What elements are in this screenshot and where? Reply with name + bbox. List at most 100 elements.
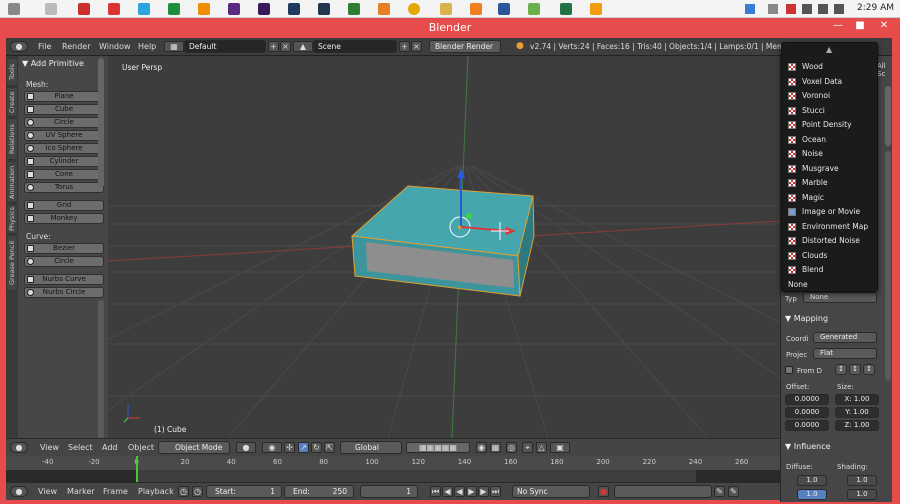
add-monkey-button[interactable]: Monkey — [24, 213, 104, 224]
shading-ambient-field[interactable]: 1.0 — [847, 475, 877, 486]
menu-playback[interactable]: Playback — [138, 487, 174, 496]
y-toggle[interactable]: ↕ — [849, 364, 861, 375]
clock[interactable]: 2:29 AM — [857, 3, 894, 13]
z-toggle[interactable]: ↕ — [863, 364, 875, 375]
app-icon[interactable] — [528, 3, 540, 15]
tray-icon[interactable] — [786, 4, 796, 14]
dropdown-item-blend[interactable]: Blend — [786, 263, 876, 276]
snap-target-icon[interactable]: ▦ — [490, 442, 501, 453]
next-keyframe-icon[interactable]: ▶ — [478, 486, 489, 497]
editor-type-icon[interactable]: ● — [10, 41, 28, 52]
toolshelf-scrollbar[interactable] — [98, 58, 104, 188]
mode-select[interactable]: Object Mode — [158, 441, 230, 454]
start-frame-field[interactable]: Start: 1 — [206, 485, 282, 498]
screen-layout-field[interactable]: Default — [184, 40, 266, 53]
add-bezier-button[interactable]: Bezier — [24, 243, 104, 254]
add-layout-icon[interactable]: + — [268, 41, 279, 52]
shading-emit-field[interactable]: 1.0 — [847, 489, 877, 500]
y-manipulator[interactable] — [466, 213, 472, 219]
add-cone-button[interactable]: Cone — [24, 169, 104, 180]
offset-y-field[interactable]: 0.0000 — [785, 407, 829, 418]
record-icon[interactable]: ● — [598, 486, 609, 497]
dropdown-item-point-density[interactable]: Point Density — [786, 118, 876, 131]
offset-z-field[interactable]: 0.0000 — [785, 420, 829, 431]
menu-frame[interactable]: Frame — [103, 487, 128, 496]
layout-icon[interactable]: ▦ — [164, 41, 184, 52]
orientation-select[interactable]: Global — [340, 441, 402, 454]
sync-select[interactable]: No Sync — [512, 485, 590, 498]
remove-scene-icon[interactable]: × — [411, 41, 422, 52]
menu-view[interactable]: View — [38, 487, 57, 496]
jump-start-icon[interactable]: ⏮ — [430, 486, 441, 497]
menu-marker[interactable]: Marker — [67, 487, 95, 496]
dropdown-item-wood[interactable]: Wood — [786, 60, 876, 73]
offset-x-field[interactable]: 0.0000 — [785, 394, 829, 405]
preview-range-icon[interactable]: ◷ — [178, 486, 189, 497]
network-icon[interactable] — [818, 4, 828, 14]
tab-physics[interactable]: Physics — [6, 204, 18, 234]
volume-icon[interactable] — [834, 4, 844, 14]
x-toggle[interactable]: ↕ — [835, 364, 847, 375]
dropdown-item-magic[interactable]: Magic — [786, 191, 876, 204]
after-effects-icon[interactable] — [228, 3, 240, 15]
render-engine-select[interactable]: Blender Render — [429, 40, 501, 53]
folder-icon[interactable] — [440, 3, 452, 15]
tab-grease-pencil[interactable]: Grease Pencil — [6, 235, 18, 291]
app-icon[interactable] — [348, 3, 360, 15]
tray-icon[interactable] — [768, 4, 778, 14]
translate-icon[interactable]: ↗ — [298, 442, 309, 453]
play-reverse-icon[interactable]: ◀ — [454, 486, 465, 497]
editor-type-icon[interactable]: ● — [10, 486, 28, 497]
vlc-icon[interactable] — [590, 3, 602, 15]
current-frame-field[interactable]: 1 — [360, 485, 418, 498]
proportional-icon[interactable]: ◎ — [506, 442, 517, 453]
add-cylinder-button[interactable]: Cylinder — [24, 156, 104, 167]
pinterest-icon[interactable] — [108, 3, 120, 15]
texture-type-select[interactable]: None — [803, 292, 877, 303]
insert-key-icon[interactable]: ✎ — [714, 486, 725, 497]
timeline-frame-range[interactable] — [136, 470, 696, 482]
toolshelf-resize-area[interactable] — [98, 300, 104, 440]
diffuse-intensity-field[interactable]: 1.0 — [797, 475, 827, 486]
maximize-button[interactable]: ■ — [850, 19, 870, 33]
snap-type-icon[interactable]: ⌖ — [522, 442, 533, 453]
remove-layout-icon[interactable]: × — [280, 41, 291, 52]
add-circle-button[interactable]: Circle — [24, 117, 104, 128]
properties-scrollbar-lower[interactable] — [885, 151, 891, 381]
snap-element-icon[interactable]: △ — [536, 442, 547, 453]
jump-end-icon[interactable]: ⏭ — [490, 486, 501, 497]
tray-icon[interactable] — [745, 4, 755, 14]
excel-icon[interactable] — [560, 3, 572, 15]
dropdown-item-voronoi[interactable]: Voronoi — [786, 89, 876, 102]
dropdown-item-voxel-data[interactable]: Voxel Data — [786, 75, 876, 88]
premiere-icon[interactable] — [258, 3, 270, 15]
add-nurbs-circle-button[interactable]: Nurbs Circle — [24, 287, 104, 298]
editor-type-icon[interactable]: ● — [10, 442, 28, 453]
influence-panel-header[interactable]: ▼ Influence — [785, 442, 831, 451]
menu-add[interactable]: Add — [102, 443, 118, 452]
prev-keyframe-icon[interactable]: ◀ — [442, 486, 453, 497]
scroll-up-icon[interactable]: ▲ — [826, 45, 832, 54]
menu-select[interactable]: Select — [68, 443, 93, 452]
tab-tools[interactable]: Tools — [6, 58, 18, 86]
cube-object[interactable] — [350, 185, 535, 297]
lightroom-icon[interactable] — [318, 3, 330, 15]
add-grid-button[interactable]: Grid — [24, 200, 104, 211]
delete-key-icon[interactable]: ✎ — [728, 486, 739, 497]
projection-select[interactable]: Flat — [813, 348, 877, 359]
add-scene-icon[interactable]: + — [399, 41, 410, 52]
app-icon[interactable] — [378, 3, 390, 15]
layers-icon[interactable]: ▦▦▦▦▦ — [406, 442, 470, 453]
add-plane-button[interactable]: Plane — [24, 91, 104, 102]
app-icon[interactable] — [168, 3, 180, 15]
viewport-canvas[interactable] — [108, 56, 780, 438]
close-button[interactable]: ✕ — [874, 19, 894, 33]
add-nurbs-curve-button[interactable]: Nurbs Curve — [24, 274, 104, 285]
size-y-field[interactable]: Y: 1.00 — [835, 407, 879, 418]
playhead[interactable] — [136, 456, 138, 482]
add-curve-circle-button[interactable]: Circle — [24, 256, 104, 267]
add-ico-sphere-button[interactable]: Ico Sphere — [24, 143, 104, 154]
manipulator-toggle-icon[interactable]: ✢ — [284, 442, 295, 453]
3d-viewport[interactable]: User Persp (1) Cube — [108, 56, 780, 438]
blender-icon[interactable] — [470, 3, 482, 15]
